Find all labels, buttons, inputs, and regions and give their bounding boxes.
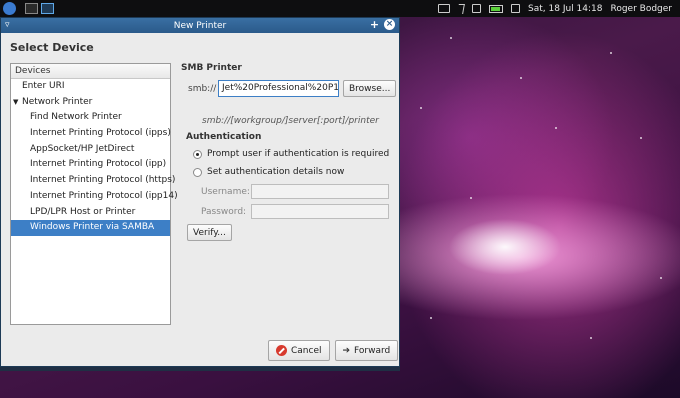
auth-set-radio[interactable] xyxy=(193,167,202,177)
auth-prompt-label: Prompt user if authentication is require… xyxy=(207,149,390,159)
window-bottom-edge xyxy=(0,367,400,371)
volume-icon[interactable] xyxy=(511,4,521,13)
device-list[interactable]: Devices Enter URI ▼ Network Printer Find … xyxy=(10,63,178,325)
username-label: Username: xyxy=(201,186,250,197)
password-field xyxy=(251,204,389,219)
device-item-ipp14[interactable]: Internet Printing Protocol (ipp14) xyxy=(11,189,178,205)
keyboard-icon[interactable] xyxy=(438,4,451,13)
password-row: Password: xyxy=(201,204,389,219)
forward-button[interactable]: ➔ Forward xyxy=(334,340,399,361)
window-titlebar[interactable]: ▿ New Printer + × xyxy=(1,18,399,33)
applications-menu-icon[interactable] xyxy=(3,2,16,15)
username-field xyxy=(251,184,389,199)
bluetooth-icon[interactable] xyxy=(457,3,465,14)
device-item-find-network-printer[interactable]: Find Network Printer xyxy=(11,110,170,126)
auth-set-label: Set authentication details now xyxy=(207,167,345,177)
device-list-header[interactable]: Devices xyxy=(11,64,170,79)
page-title: Select Device xyxy=(10,41,94,54)
close-icon[interactable]: × xyxy=(384,19,395,30)
smb-prefix-label: smb:// xyxy=(188,83,217,94)
browse-button[interactable]: Browse... xyxy=(343,80,397,97)
clock[interactable]: Sat, 18 Jul 14:18 xyxy=(528,4,602,14)
device-details-panel: SMB Printer smb:// Jet%20Professional%20… xyxy=(181,63,397,241)
smb-uri-hint: smb://[workgroup/]server[:port]/printer xyxy=(202,116,379,126)
device-item-samba[interactable]: Windows Printer via SAMBA xyxy=(11,220,170,236)
smb-section-title: SMB Printer xyxy=(181,63,242,73)
network-icon[interactable] xyxy=(472,4,482,13)
device-item-network-printer[interactable]: ▼ Network Printer xyxy=(11,95,170,111)
device-item-enter-uri[interactable]: Enter URI xyxy=(11,79,170,95)
expander-down-icon[interactable]: ▼ xyxy=(13,95,22,111)
device-item-https[interactable]: Internet Printing Protocol (https) xyxy=(11,173,175,189)
cancel-icon xyxy=(276,345,287,356)
auth-prompt-radio[interactable] xyxy=(193,149,202,159)
username-row: Username: xyxy=(201,184,389,199)
forward-arrow-icon: ➔ xyxy=(342,345,351,356)
auth-prompt-radio-row[interactable]: Prompt user if authentication is require… xyxy=(193,149,389,159)
user-menu[interactable]: Roger Bodger xyxy=(610,4,672,14)
smb-uri-row: smb:// Jet%20Professional%20P1102 Browse… xyxy=(188,80,397,97)
device-item-ipp[interactable]: Internet Printing Protocol (ipp) xyxy=(11,157,170,173)
device-item-appsocket[interactable]: AppSocket/HP JetDirect xyxy=(11,142,170,158)
auth-set-radio-row[interactable]: Set authentication details now xyxy=(193,167,344,177)
cancel-button[interactable]: Cancel xyxy=(268,340,330,361)
device-item-lpd[interactable]: LPD/LPR Host or Printer xyxy=(11,205,170,221)
smb-uri-input[interactable]: Jet%20Professional%20P1102 xyxy=(218,80,339,97)
auth-section-title: Authentication xyxy=(186,132,262,142)
workspace-1-button[interactable] xyxy=(25,3,38,14)
workspace-2-button[interactable] xyxy=(41,3,54,14)
window-menu-icon[interactable]: ▿ xyxy=(5,20,10,30)
dialog-buttons: Cancel ➔ Forward xyxy=(268,340,399,361)
verify-button[interactable]: Verify... xyxy=(187,224,232,241)
window-title: New Printer xyxy=(173,20,227,31)
battery-icon[interactable] xyxy=(489,4,504,13)
device-item-ipps[interactable]: Internet Printing Protocol (ipps) xyxy=(11,126,171,142)
maximize-icon[interactable]: + xyxy=(369,19,380,30)
top-panel: Sat, 18 Jul 14:18 Roger Bodger xyxy=(0,0,680,17)
new-printer-window: ▿ New Printer + × Select Device Devices … xyxy=(0,17,400,367)
password-label: Password: xyxy=(201,206,247,217)
